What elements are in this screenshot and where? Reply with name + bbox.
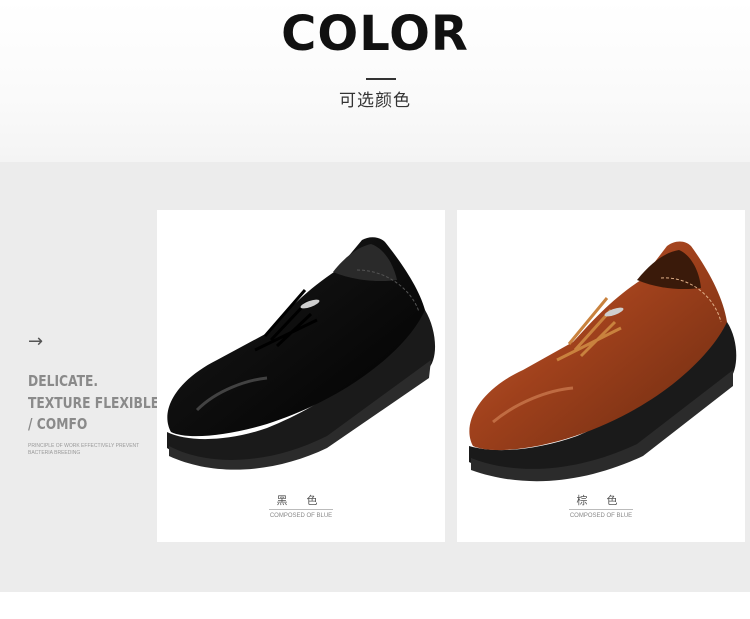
product-card-black[interactable]: 黑 色 COMPOSED OF BLUE xyxy=(157,210,445,542)
product-caption: COMPOSED OF BLUE xyxy=(269,513,333,519)
page-subtitle: 可选颜色 xyxy=(339,91,411,110)
side-text-line3: / COMFO xyxy=(28,415,88,433)
shoe-black-image xyxy=(167,237,436,470)
product-name: 棕 色 xyxy=(576,495,626,507)
side-text-line2: TEXTURE FLEXIBLE xyxy=(28,394,160,412)
title-divider xyxy=(366,78,396,80)
caption-divider xyxy=(569,509,633,510)
side-text-line1: DELICATE. xyxy=(28,372,99,390)
bottom-strip xyxy=(0,592,750,619)
arrow-right-icon: → xyxy=(28,331,44,352)
shoe-brown-image xyxy=(469,241,737,482)
side-small-text2: BACTERIA BREEDING xyxy=(28,450,81,456)
page-title: COLOR xyxy=(281,6,469,62)
product-name: 黑 色 xyxy=(276,495,326,507)
product-caption: COMPOSED OF BLUE xyxy=(569,513,633,519)
header-section: COLOR 可选颜色 xyxy=(0,0,750,162)
product-card-brown[interactable]: 棕 色 COMPOSED OF BLUE xyxy=(457,210,745,542)
side-small-text1: PRINCIPLE OF WORK EFFECTIVELY PREVENT xyxy=(28,443,140,449)
caption-divider xyxy=(269,509,333,510)
